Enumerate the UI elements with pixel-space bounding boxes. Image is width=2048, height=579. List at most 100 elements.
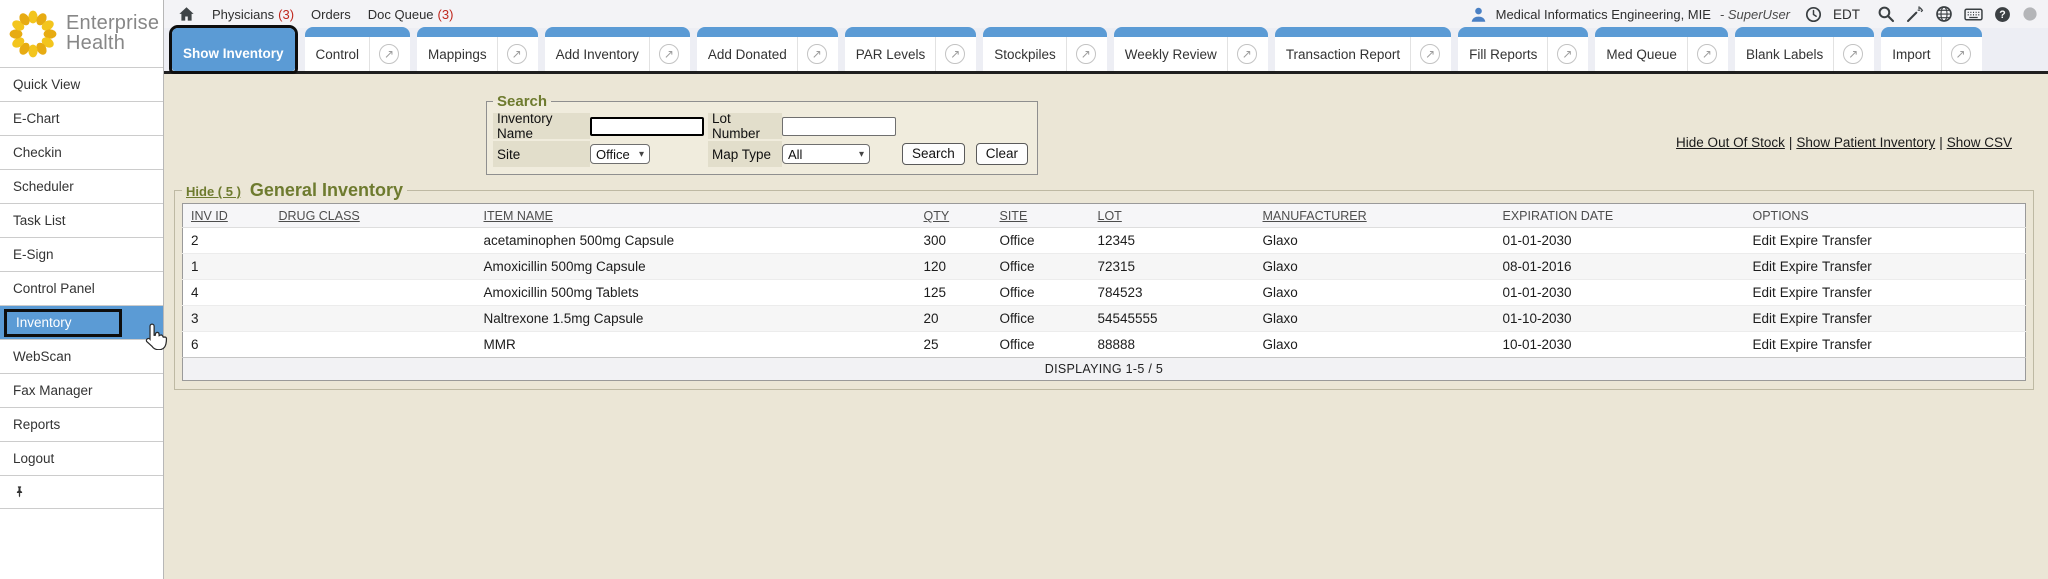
tab-label: PAR Levels xyxy=(856,47,926,62)
cell-qty: 20 xyxy=(916,306,992,332)
tab-weekly-review[interactable]: Weekly Review↗ xyxy=(1114,27,1268,71)
clock-icon[interactable] xyxy=(1805,6,1822,23)
tab-mappings[interactable]: Mappings↗ xyxy=(417,27,538,71)
clear-button[interactable]: Clear xyxy=(976,143,1028,165)
timezone-label[interactable]: EDT xyxy=(1833,7,1860,22)
map-type-select-value: All xyxy=(788,147,802,162)
tab-add-inventory[interactable]: Add Inventory↗ xyxy=(545,27,690,71)
tab-label: Transaction Report xyxy=(1286,47,1400,62)
open-new-icon[interactable]: ↗ xyxy=(807,44,827,64)
lot-number-input[interactable] xyxy=(782,117,896,136)
option-expire-link[interactable]: Expire xyxy=(1780,285,1818,300)
tab-par-levels[interactable]: PAR Levels ↗ xyxy=(845,27,977,71)
column-header-manufacturer[interactable]: MANUFACTURER xyxy=(1255,204,1495,228)
open-new-icon[interactable]: ↗ xyxy=(1951,44,1971,64)
general-inventory-panel: Hide ( 5 ) General Inventory INV IDDRUG … xyxy=(174,180,2034,390)
sidebar-item-reports[interactable]: Reports xyxy=(0,407,163,441)
cell-inv-id: 6 xyxy=(183,332,271,358)
option-transfer-link[interactable]: Transfer xyxy=(1822,337,1872,352)
sidebar-item-quick-view[interactable]: Quick View xyxy=(0,67,163,101)
top-nav-orders[interactable]: Orders xyxy=(311,7,351,22)
brand-name: Enterprise Health xyxy=(66,14,159,53)
open-new-icon[interactable]: ↗ xyxy=(1076,44,1096,64)
open-new-icon[interactable]: ↗ xyxy=(1420,44,1440,64)
inventory-name-input[interactable] xyxy=(590,117,704,136)
tab-control[interactable]: Control↗ xyxy=(305,27,411,71)
wand-icon[interactable] xyxy=(1906,5,1924,23)
sidebar-item-control-panel[interactable]: Control Panel xyxy=(0,271,163,305)
sidebar-item-inventory[interactable]: Inventory xyxy=(0,305,163,339)
option-edit-link[interactable]: Edit xyxy=(1753,259,1776,274)
site-select[interactable]: Office▾ xyxy=(590,144,650,164)
tab-transaction-report[interactable]: Transaction Report ↗ xyxy=(1275,27,1451,71)
column-header-inv-id[interactable]: INV ID xyxy=(183,204,271,228)
tab-body: Transaction Report ↗ xyxy=(1275,37,1451,71)
column-header-qty[interactable]: QTY xyxy=(916,204,992,228)
link-show-patient-inventory[interactable]: Show Patient Inventory xyxy=(1796,135,1935,150)
map-type-select[interactable]: All▾ xyxy=(782,144,870,164)
tab-blank-labels[interactable]: Blank Labels↗ xyxy=(1735,27,1874,71)
globe-icon[interactable] xyxy=(1935,5,1953,23)
option-transfer-link[interactable]: Transfer xyxy=(1822,311,1872,326)
cell-site: Office xyxy=(992,306,1090,332)
option-transfer-link[interactable]: Transfer xyxy=(1822,285,1872,300)
option-expire-link[interactable]: Expire xyxy=(1780,311,1818,326)
sidebar-item-label: Fax Manager xyxy=(13,383,93,398)
sidebar-item-scheduler[interactable]: Scheduler xyxy=(0,169,163,203)
sidebar-item-fax-manager[interactable]: Fax Manager xyxy=(0,373,163,407)
open-new-icon[interactable]: ↗ xyxy=(1697,44,1717,64)
open-new-icon[interactable]: ↗ xyxy=(1237,44,1257,64)
help-icon[interactable]: ? xyxy=(1994,6,2011,23)
link-show-csv[interactable]: Show CSV xyxy=(1947,135,2012,150)
hide-count-link[interactable]: Hide ( 5 ) xyxy=(186,184,241,199)
search-icon[interactable] xyxy=(1877,5,1895,23)
sidebar-item-logout[interactable]: Logout xyxy=(0,441,163,475)
option-expire-link[interactable]: Expire xyxy=(1780,259,1818,274)
column-header-item-name[interactable]: ITEM NAME xyxy=(476,204,916,228)
cell-manufacturer: Glaxo xyxy=(1255,332,1495,358)
sidebar-item-e-chart[interactable]: E-Chart xyxy=(0,101,163,135)
sidebar-item-webscan[interactable]: WebScan xyxy=(0,339,163,373)
tab-stockpiles[interactable]: Stockpiles↗ xyxy=(983,27,1107,71)
open-new-icon[interactable]: ↗ xyxy=(1843,44,1863,64)
sidebar-item-task-list[interactable]: Task List xyxy=(0,203,163,237)
column-header-lot[interactable]: LOT xyxy=(1090,204,1255,228)
tab-import[interactable]: Import↗ xyxy=(1881,27,1981,71)
tab-body: Control↗ xyxy=(305,37,411,71)
option-edit-link[interactable]: Edit xyxy=(1753,311,1776,326)
sidebar-item-label: Logout xyxy=(13,451,54,466)
option-edit-link[interactable]: Edit xyxy=(1753,233,1776,248)
tab-help-wrap: ↗ xyxy=(369,37,399,71)
map-type-label: Map Type xyxy=(708,141,782,167)
column-header-drug-class[interactable]: DRUG CLASS xyxy=(271,204,476,228)
open-new-icon[interactable]: ↗ xyxy=(1557,44,1577,64)
keyboard-icon[interactable] xyxy=(1964,8,1983,21)
sidebar-pin-item[interactable] xyxy=(0,475,163,509)
option-expire-link[interactable]: Expire xyxy=(1780,233,1818,248)
tab-add-donated[interactable]: Add Donated↗ xyxy=(697,27,838,71)
option-transfer-link[interactable]: Transfer xyxy=(1822,233,1872,248)
top-nav-doc-queue[interactable]: Doc Queue(3) xyxy=(368,7,454,22)
open-new-icon[interactable]: ↗ xyxy=(507,44,527,64)
tab-show-inventory[interactable]: Show Inventory xyxy=(169,25,298,74)
cell-inv-id: 1 xyxy=(183,254,271,280)
top-nav-physicians[interactable]: Physicians(3) xyxy=(212,7,294,22)
search-button[interactable]: Search xyxy=(902,143,965,165)
option-expire-link[interactable]: Expire xyxy=(1780,337,1818,352)
option-transfer-link[interactable]: Transfer xyxy=(1822,259,1872,274)
sidebar-item-checkin[interactable]: Checkin xyxy=(0,135,163,169)
open-new-icon[interactable]: ↗ xyxy=(379,44,399,64)
tab-fill-reports[interactable]: Fill Reports↗ xyxy=(1458,27,1588,71)
user-name[interactable]: Medical Informatics Engineering, MIE xyxy=(1496,7,1711,22)
tab-med-queue[interactable]: Med Queue↗ xyxy=(1595,27,1728,71)
open-new-icon[interactable]: ↗ xyxy=(659,44,679,64)
sidebar-item-e-sign[interactable]: E-Sign xyxy=(0,237,163,271)
cell-qty: 125 xyxy=(916,280,992,306)
column-header-site[interactable]: SITE xyxy=(992,204,1090,228)
open-new-icon[interactable]: ↗ xyxy=(945,44,965,64)
option-edit-link[interactable]: Edit xyxy=(1753,285,1776,300)
home-icon[interactable] xyxy=(178,6,195,23)
link-hide-out-of-stock[interactable]: Hide Out Of Stock xyxy=(1676,135,1785,150)
option-edit-link[interactable]: Edit xyxy=(1753,337,1776,352)
tab-cap xyxy=(1114,27,1268,37)
